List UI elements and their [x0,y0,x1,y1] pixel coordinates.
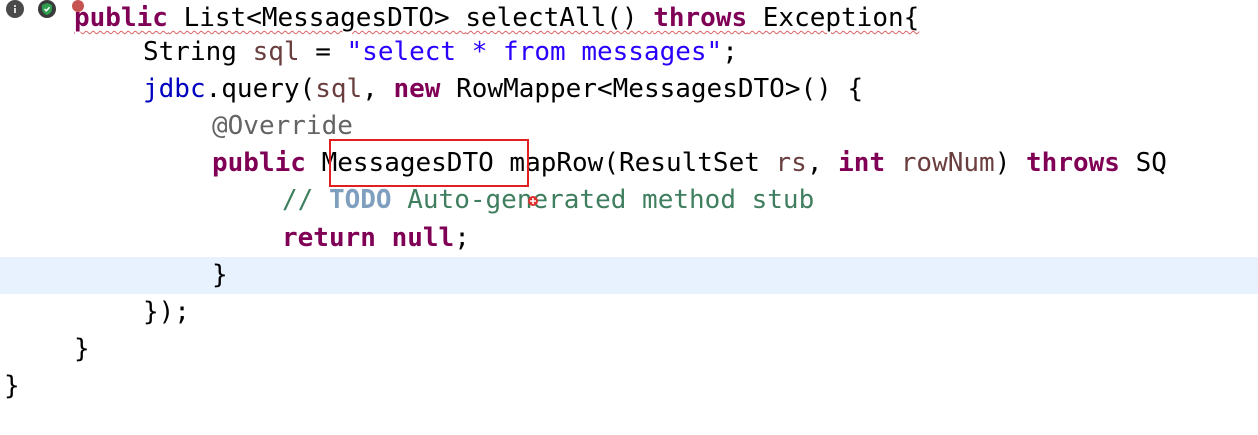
token-punct: , [362,74,394,104]
token-variable: rowNum [900,148,995,178]
token-keyword: return [282,223,376,253]
token-keyword: int [838,148,886,178]
token-keyword: new [393,74,441,104]
token-keyword: public [212,148,306,178]
token-variable: sql [252,37,300,67]
token-comment: // [282,185,329,215]
code-line-7[interactable]: return null; [282,220,470,257]
token-field: jdbc [143,74,206,104]
token-method: mapRow(ResultSet [493,148,776,178]
token-operator: = [299,37,347,67]
current-line-highlight [0,257,1258,294]
token-brace: } [4,371,20,401]
code-line-2[interactable]: String sql = "select * from messages"; [143,34,738,71]
token-variable: rs [775,148,807,178]
token-comment: Auto-generated method stub [391,185,815,215]
token-todo: TODO [328,185,392,215]
code-line-10[interactable]: } [74,331,90,368]
shield-check-icon[interactable] [38,0,56,18]
token-method: selectAll() [465,3,654,33]
token-type: RowMapper<MessagesDTO>() { [440,74,864,104]
token-keyword: throws [1026,148,1120,178]
cursor-cross-icon [528,196,538,206]
code-line-11[interactable]: } [4,368,20,405]
token-punct: ; [454,223,470,253]
info-icon[interactable] [6,0,24,18]
highlight-box [329,139,529,187]
token-brace: }); [143,297,190,327]
token-punct: , [806,148,839,178]
token-annotation: @Override [212,111,353,141]
token-keyword: public [74,3,168,33]
token-brace: } [74,334,90,364]
token-type: List<MessagesDTO> [167,3,466,33]
token-keyword: throws [653,3,748,33]
token-brace: } [212,260,228,290]
code-line-1[interactable]: public List<MessagesDTO> selectAll() thr… [74,0,919,37]
code-line-3[interactable]: jdbc.query(sql, new RowMapper<MessagesDT… [143,71,863,108]
token-punct: ) [994,148,1027,178]
token-type: String [143,37,253,67]
token-punct: ; [722,37,738,67]
code-line-9[interactable]: }); [143,294,190,331]
token-type: Exception{ [747,3,920,33]
token-string: "select * from messages" [346,37,723,67]
code-line-6[interactable]: // TODO Auto-generated method stub [282,182,814,219]
token-variable: sql [315,74,363,104]
code-line-8[interactable]: } [212,257,228,294]
token-method: .query( [205,74,316,104]
token-type: SQ [1119,148,1167,178]
token-keyword: null [391,223,455,253]
